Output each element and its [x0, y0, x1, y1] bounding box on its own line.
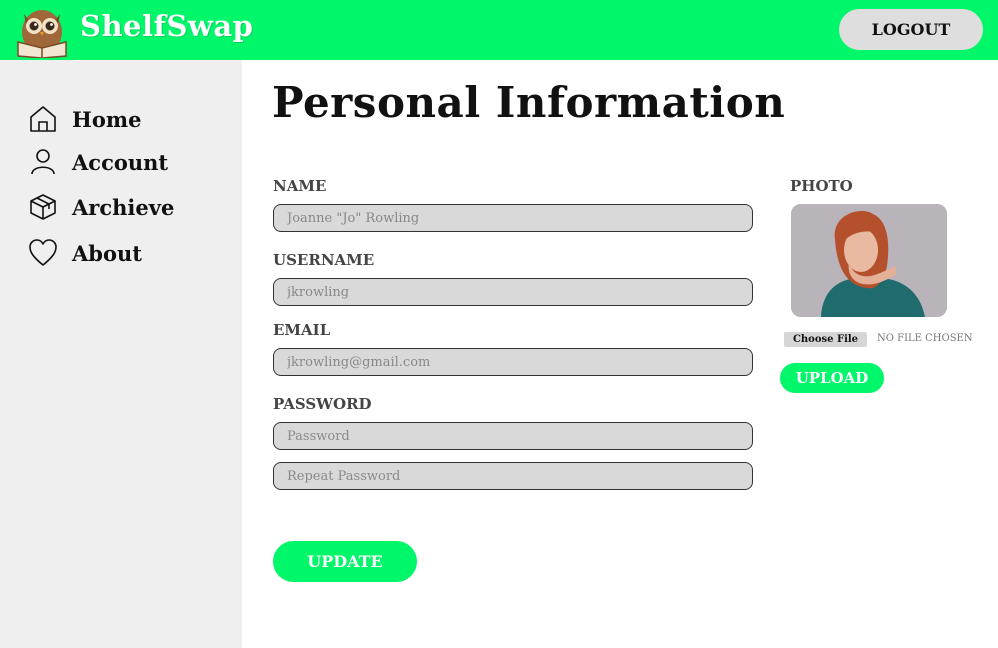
upload-button[interactable]: UPLOAD	[780, 363, 884, 393]
sidebar-item-label: About	[72, 240, 142, 266]
profile-photo	[791, 204, 947, 317]
update-button[interactable]: UPDATE	[273, 541, 417, 582]
sidebar-item-label: Home	[72, 106, 142, 132]
username-field[interactable]	[273, 278, 753, 306]
sidebar-item-label: Account	[72, 149, 169, 175]
top-bar: ShelfSwap LOGOUT	[0, 0, 998, 60]
page-title: Personal Information	[272, 78, 786, 127]
sidebar-item-about[interactable]: About	[28, 237, 142, 269]
box-icon	[30, 194, 56, 220]
sidebar-item-label: Archieve	[72, 194, 175, 220]
heart-icon	[29, 239, 57, 266]
app-title: ShelfSwap	[80, 9, 254, 43]
sidebar-item-account[interactable]: Account	[28, 146, 168, 178]
password-label: PASSWORD	[273, 395, 372, 413]
home-icon	[30, 106, 56, 132]
password-field[interactable]	[273, 422, 753, 450]
logout-button[interactable]: LOGOUT	[839, 9, 983, 50]
user-icon	[31, 149, 55, 175]
sidebar: Home Account Archieve About	[0, 60, 242, 648]
owl-logo-icon	[17, 10, 67, 58]
name-label: NAME	[273, 177, 327, 195]
portrait-image	[791, 204, 947, 317]
choose-file-button[interactable]: Choose File	[784, 332, 867, 347]
photo-label: PHOTO	[790, 177, 853, 195]
email-label: EMAIL	[273, 321, 331, 339]
email-field[interactable]	[273, 348, 753, 376]
sidebar-item-archieve[interactable]: Archieve	[28, 191, 174, 223]
file-status-text: NO FILE CHOSEN	[877, 333, 973, 344]
sidebar-item-home[interactable]: Home	[28, 103, 141, 135]
repeat-password-field[interactable]	[273, 462, 753, 490]
name-field[interactable]	[273, 204, 753, 232]
username-label: USERNAME	[273, 251, 375, 269]
